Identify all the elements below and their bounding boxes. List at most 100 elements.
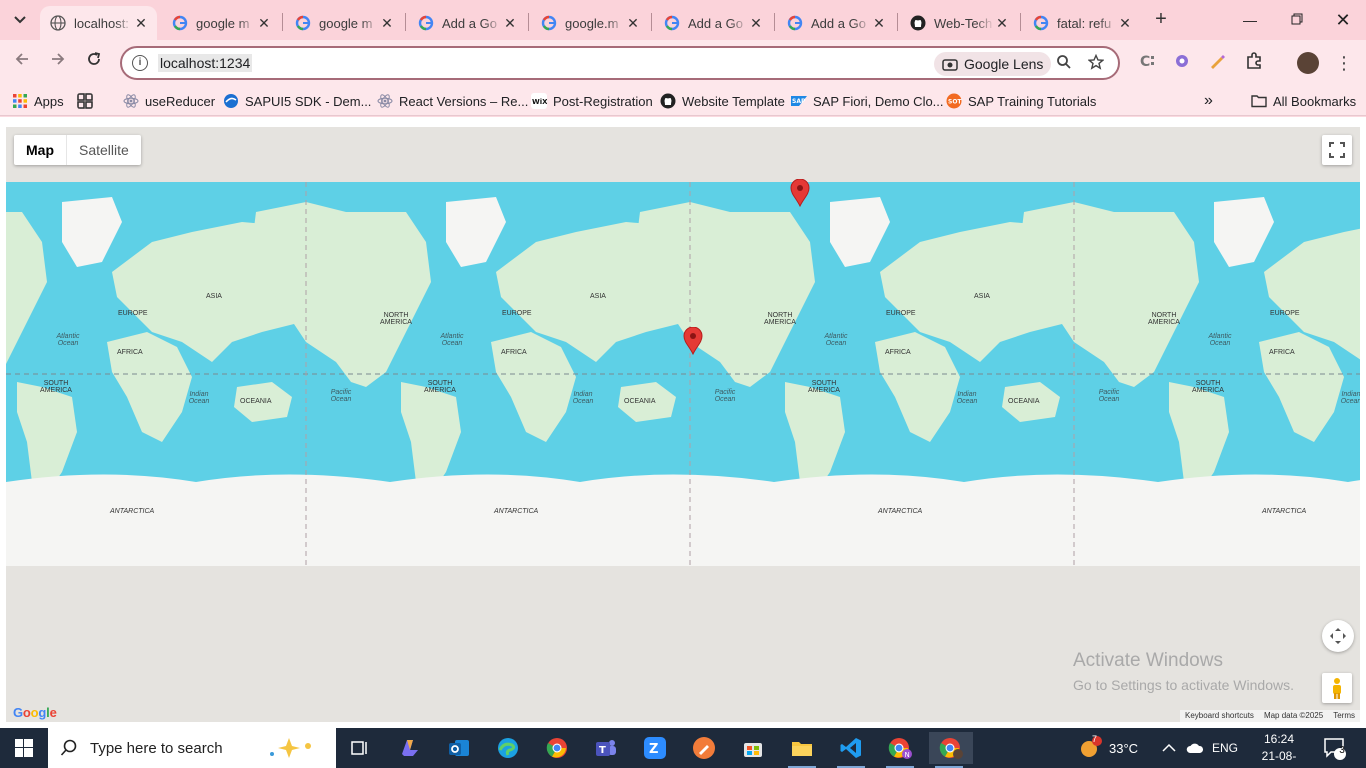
back-button[interactable] (10, 51, 34, 75)
close-tab-icon[interactable]: ✕ (379, 15, 395, 31)
close-tab-icon[interactable]: ✕ (1117, 15, 1133, 31)
close-window-button[interactable]: ✕ (1331, 8, 1355, 32)
bookmark-website-template[interactable]: Website Template (660, 92, 785, 110)
north-pole-marker[interactable] (790, 179, 810, 207)
weather-sun-icon (1081, 736, 1102, 757)
address-bar[interactable]: i localhost:1234 Google Lens (120, 46, 1120, 80)
vscode-icon[interactable] (831, 732, 871, 768)
zoom-search-icon[interactable] (1054, 54, 1074, 74)
all-bookmarks-label: All Bookmarks (1273, 93, 1357, 109)
new-tab-button[interactable]: + (1150, 9, 1172, 31)
outlook-icon[interactable] (439, 732, 479, 764)
google-icon (295, 15, 311, 31)
react-icon (123, 94, 139, 108)
taskbar-search[interactable]: Type here to search (48, 728, 336, 768)
camera-control-icon (1330, 628, 1346, 644)
svg-text:SOT: SOT (948, 99, 962, 106)
store-icon[interactable] (733, 732, 773, 764)
reload-button[interactable] (82, 51, 106, 75)
close-tab-icon[interactable]: ✕ (256, 15, 272, 31)
all-bookmarks-button[interactable]: All Bookmarks (1251, 92, 1356, 110)
bookmark-apps[interactable]: Apps (12, 92, 64, 110)
tab-title: fatal: refu (1057, 15, 1112, 31)
teams-icon[interactable]: T (586, 732, 626, 764)
tab-add-a-google-1[interactable]: Add a Go ✕ (408, 6, 526, 40)
close-tab-icon[interactable]: ✕ (133, 15, 149, 31)
tab-groups-icon (77, 93, 93, 109)
tab-add-a-google-2[interactable]: Add a Go ✕ (654, 6, 772, 40)
profile-avatar[interactable] (1297, 52, 1319, 74)
tab-google-maps-2[interactable]: google m ✕ (285, 6, 403, 40)
site-info-icon[interactable]: i (132, 55, 148, 71)
google-map[interactable]: NORTH AMERICA NORTH AMERICA NORTH AMERIC… (6, 127, 1360, 722)
tab-strip: localhost: ✕ google m ✕ google m ✕ Add a… (0, 0, 1366, 40)
tab-localhost[interactable]: localhost: ✕ (40, 6, 157, 40)
extension-gear-icon[interactable] (1171, 52, 1193, 74)
map-type-satellite-button[interactable]: Satellite (66, 135, 141, 165)
camera-control-button[interactable] (1322, 620, 1354, 652)
zoom-icon[interactable]: Z (635, 732, 675, 764)
pacific-marker[interactable] (683, 327, 703, 355)
close-tab-icon[interactable]: ✕ (994, 15, 1010, 31)
close-tab-icon[interactable]: ✕ (625, 15, 641, 31)
google-icon (787, 15, 803, 31)
folder-icon (1251, 95, 1267, 108)
bookmark-usereducer[interactable]: useReducer (123, 92, 215, 110)
weather-widget[interactable]: 7 33°C (1077, 728, 1138, 768)
tab-google-maps-3[interactable]: google.m ✕ (531, 6, 649, 40)
bookmark-post-registration[interactable]: WiX Post-Registration (531, 92, 653, 110)
bookmarks-overflow-icon[interactable]: » (1204, 92, 1213, 110)
edge-icon[interactable] (488, 732, 528, 764)
bookmark-label: SAP Fiori, Demo Clo... (813, 93, 944, 109)
bookmark-label: Post-Registration (553, 93, 653, 109)
pen-icon[interactable] (684, 732, 724, 764)
google-lens-button[interactable]: Google Lens (934, 52, 1052, 76)
close-tab-icon[interactable]: ✕ (871, 15, 887, 31)
chrome-icon[interactable] (537, 732, 577, 764)
onedrive-icon[interactable] (1186, 728, 1204, 768)
map-type-control: Map Satellite (14, 135, 141, 165)
tab-fatal-refusing[interactable]: fatal: refu ✕ (1023, 6, 1141, 40)
tab-google-maps-1[interactable]: google m ✕ (162, 6, 280, 40)
bookmark-sap-fiori[interactable]: SAP SAP Fiori, Demo Clo... (791, 92, 944, 110)
copilot-icon[interactable] (390, 732, 430, 764)
task-view-icon[interactable] (340, 732, 380, 764)
chrome-active-icon[interactable] (929, 732, 973, 768)
language-indicator[interactable]: ENG (1212, 728, 1238, 768)
tab-add-a-google-3[interactable]: Add a Go ✕ (777, 6, 895, 40)
tab-web-tech[interactable]: Web-Tech ✕ (900, 6, 1018, 40)
forward-button[interactable] (46, 51, 70, 75)
show-hidden-icons[interactable] (1162, 728, 1176, 768)
address-url[interactable]: localhost:1234 (158, 54, 253, 72)
fullscreen-button[interactable] (1322, 135, 1352, 165)
restore-button[interactable] (1285, 8, 1309, 32)
street-view-pegman[interactable] (1322, 673, 1352, 703)
extension-pen-icon[interactable] (1206, 52, 1228, 74)
page-content: NORTH AMERICA NORTH AMERICA NORTH AMERIC… (0, 117, 1366, 728)
tab-search-icon[interactable] (8, 8, 32, 32)
close-tab-icon[interactable]: ✕ (502, 15, 518, 31)
bookmark-star-icon[interactable] (1086, 53, 1106, 74)
bookmark-tab-groups[interactable] (77, 92, 99, 110)
google-icon (418, 15, 434, 31)
world-map-tiles[interactable] (6, 182, 1360, 566)
bookmark-react-versions[interactable]: React Versions – Re... (377, 92, 528, 110)
more-menu-icon[interactable]: ⋮ (1333, 52, 1355, 74)
extension-c-icon[interactable]: C (1136, 52, 1158, 74)
bookmark-label: useReducer (145, 93, 216, 109)
close-tab-icon[interactable]: ✕ (748, 15, 764, 31)
notifications-button[interactable]: 3 (1322, 728, 1346, 768)
svg-text:N: N (905, 751, 910, 759)
bookmark-sapui5-sdk[interactable]: SAPUI5 SDK - Dem... (223, 92, 371, 110)
extensions-puzzle-icon[interactable] (1243, 52, 1265, 74)
minimize-button[interactable]: — (1238, 8, 1262, 32)
keyboard-shortcuts-link[interactable]: Keyboard shortcuts (1180, 710, 1259, 722)
chrome-profile-icon[interactable]: N (880, 732, 920, 768)
taskbar-clock[interactable]: 16:24 21-08-2025 (1249, 731, 1309, 768)
start-button[interactable] (0, 728, 48, 768)
bookmark-sap-training[interactable]: SOT SAP Training Tutorials (946, 92, 1096, 110)
terms-link[interactable]: Terms (1328, 710, 1360, 722)
file-explorer-icon[interactable] (782, 732, 822, 768)
bookmark-label: SAPUI5 SDK - Dem... (245, 93, 372, 109)
map-type-map-button[interactable]: Map (14, 135, 66, 165)
